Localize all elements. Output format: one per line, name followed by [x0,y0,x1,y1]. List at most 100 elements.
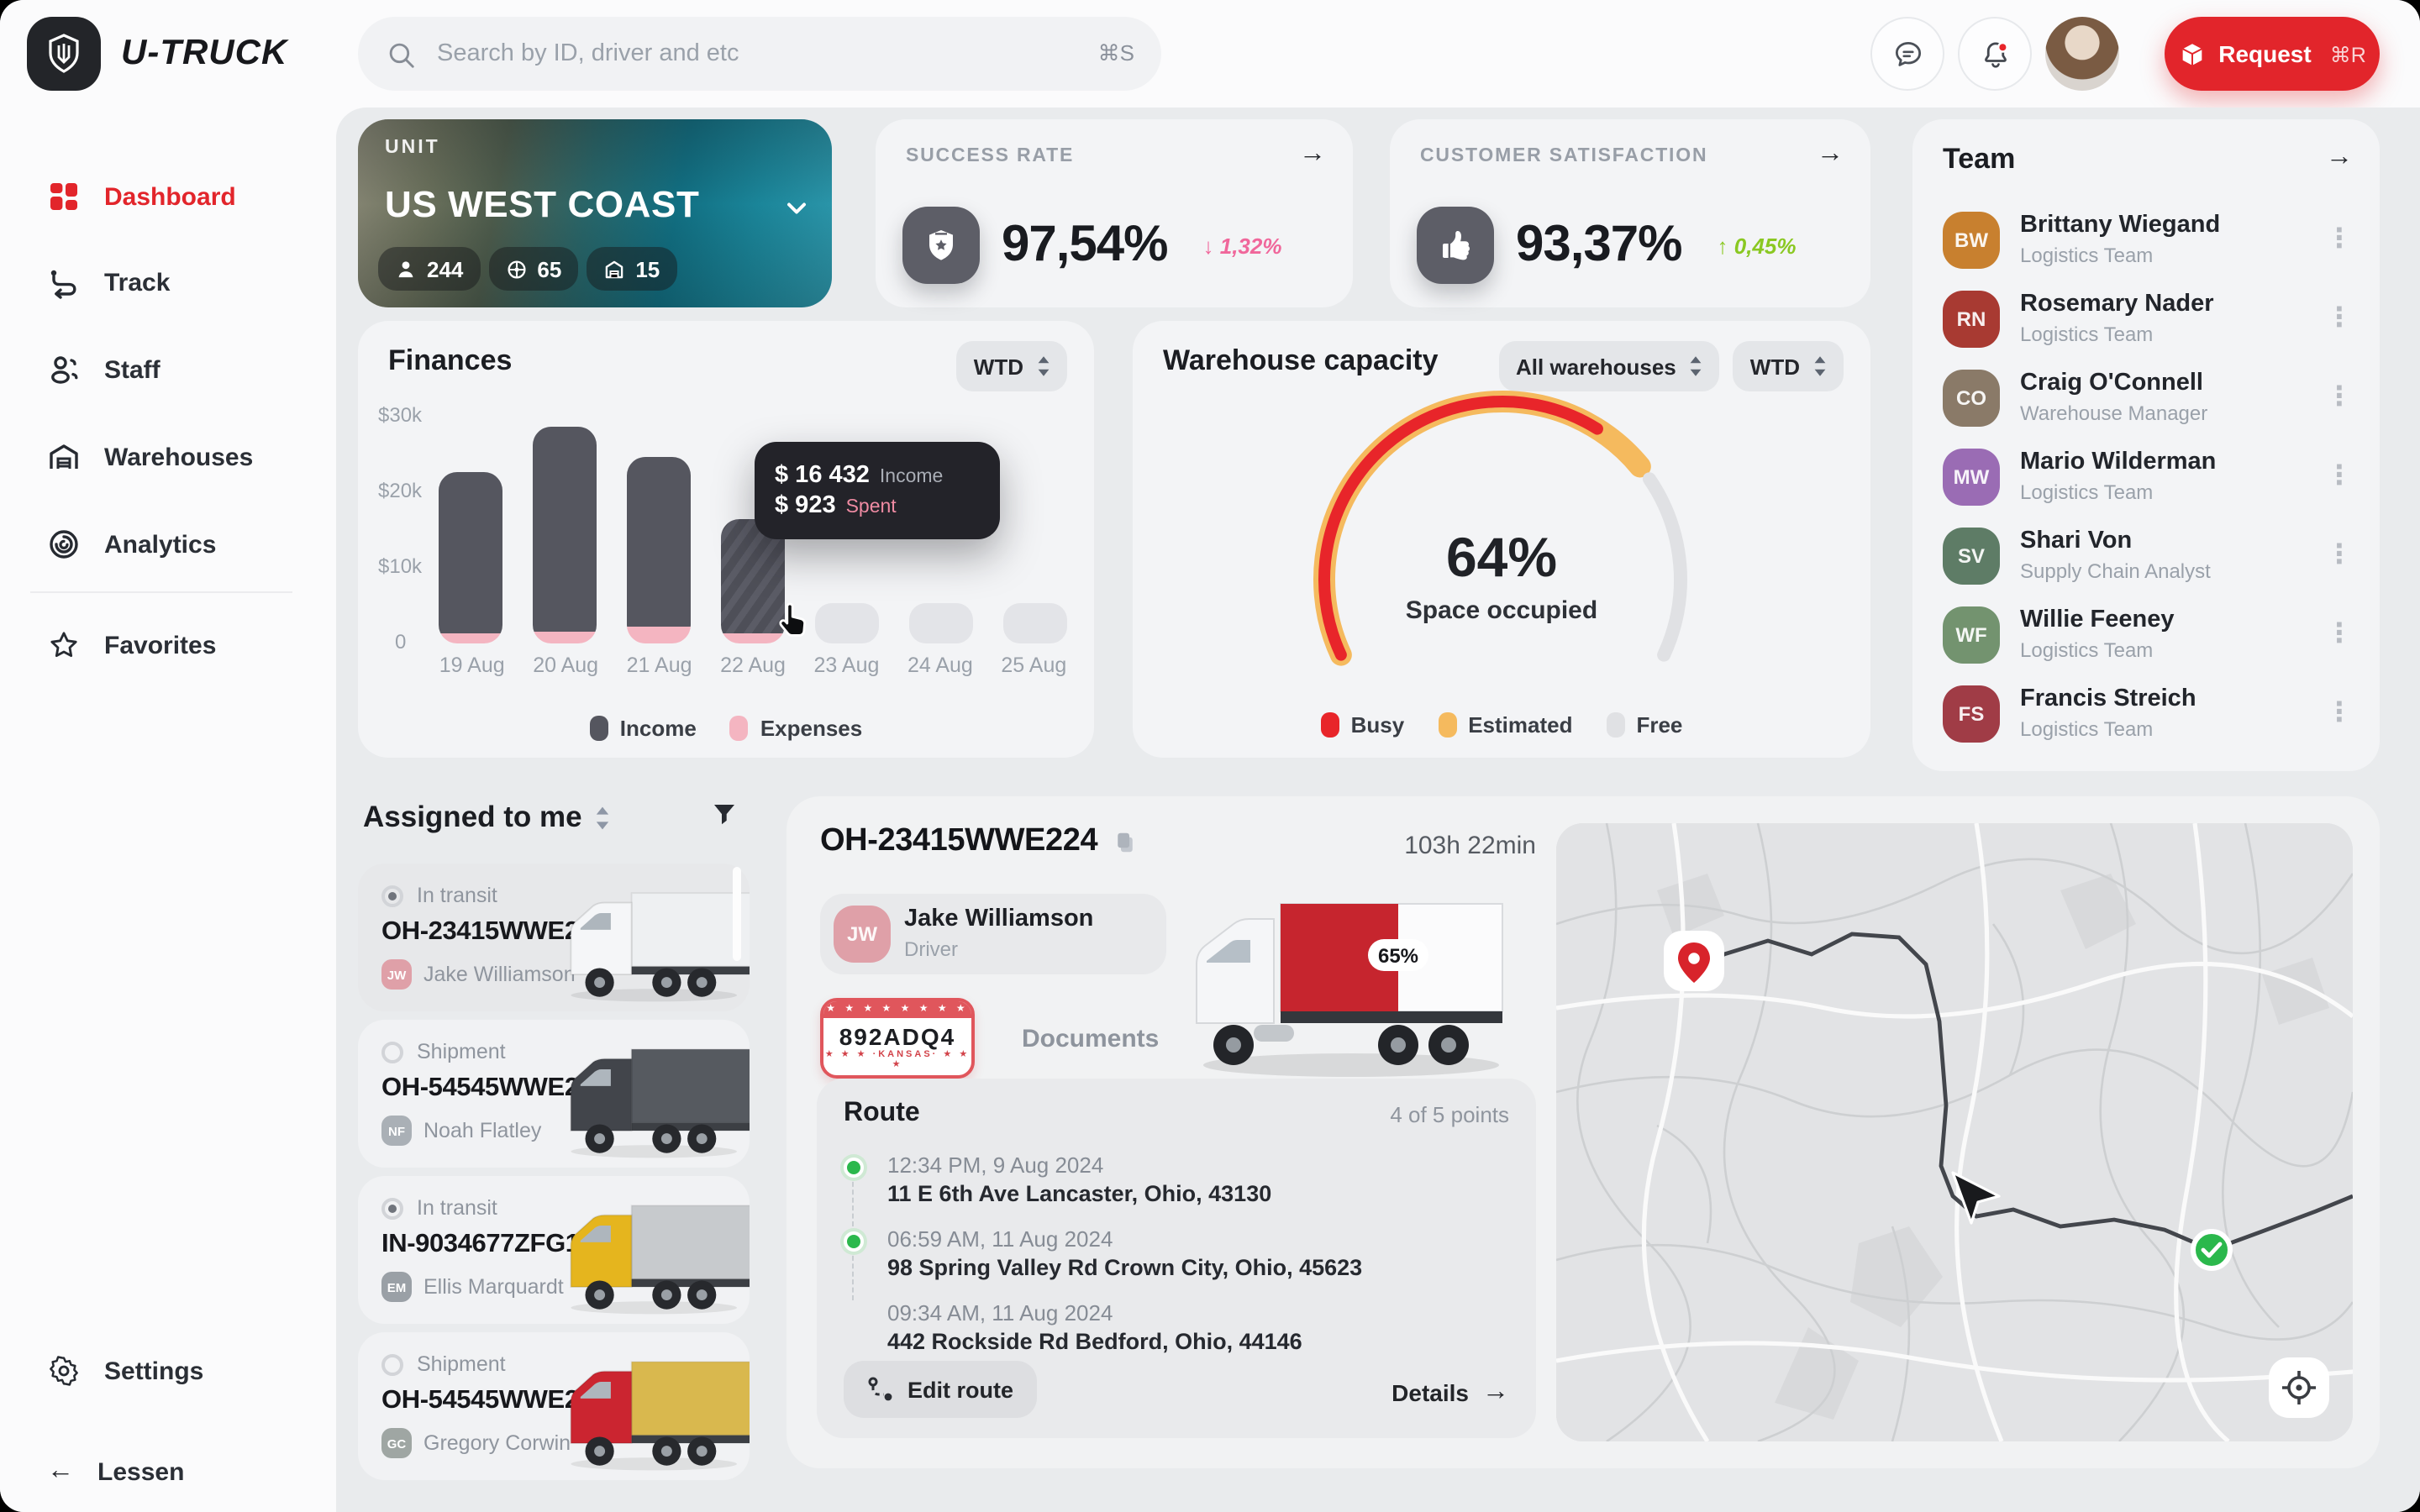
sidebar-item-analytics[interactable]: Analytics [0,519,336,570]
sidebar-item-dashboard[interactable]: Dashboard [0,171,336,222]
finances-range-select[interactable]: WTD [957,341,1067,391]
chat-icon [1890,36,1925,71]
finance-bar[interactable] [533,415,597,643]
open-arrow-icon[interactable]: → [1299,139,1326,170]
team-member-row[interactable]: RN Rosemary Nader Logistics Team ⋮ [1943,282,2353,361]
team-open-arrow-icon[interactable]: → [2326,143,2353,173]
member-name: Willie Feeney [2020,606,2175,633]
member-avatar: BW [1943,212,2000,269]
stop-time: 06:59 AM, 11 Aug 2024 [887,1226,1113,1252]
legend-expenses: Expenses [730,716,862,741]
sort-icon[interactable] [596,806,611,829]
person-icon [395,258,417,280]
driver-avatar: EM [381,1272,412,1302]
star-icon [47,628,81,662]
unit-drivers-count: 244 [427,256,463,281]
kebab-menu-icon[interactable]: ⋮ [2326,539,2353,573]
warehouse-icon [603,258,625,280]
documents-link[interactable]: Documents [1022,1025,1159,1053]
edit-route-button[interactable]: Edit route [844,1361,1037,1418]
chevron-down-icon[interactable] [781,193,812,223]
kebab-menu-icon[interactable]: ⋮ [2326,618,2353,652]
app-logo[interactable] [27,17,101,91]
origin-pin-icon[interactable] [1664,931,1724,991]
kebab-menu-icon[interactable]: ⋮ [2326,302,2353,336]
member-role: Logistics Team [2020,323,2153,346]
x-tick: 21 Aug [613,654,706,677]
sidebar-item-settings[interactable]: Settings [0,1346,336,1396]
driver-chip[interactable]: JW Jake Williamson Driver [820,894,1166,974]
unit-card[interactable]: UNIT US WEST COAST 244 [358,119,832,307]
shipment-driver: JW Jake Williamson [381,959,576,990]
back-arrow-icon: ← [47,1457,74,1487]
success-rate-card: SUCCESS RATE → 97,54% ↓ 1,32% [876,119,1353,307]
bell-icon [1977,36,2012,71]
request-button[interactable]: Request ⌘R [2165,17,2380,91]
sidebar-item-track[interactable]: Track [0,257,336,307]
kebab-menu-icon[interactable]: ⋮ [2326,381,2353,415]
team-member-row[interactable]: MW Mario Wilderman Logistics Team ⋮ [1943,440,2353,519]
x-tick: 20 Aug [518,654,612,677]
assigned-shipment-card[interactable]: Shipment OH-54545WWE224 GC Gregory Corwi… [358,1332,750,1480]
package-icon [2178,39,2207,68]
stop-time: 12:34 PM, 9 Aug 2024 [887,1152,1103,1178]
team-list: BW Brittany Wiegand Logistics Team ⋮ RN … [1912,203,2380,756]
member-name: Shari Von [2020,528,2132,554]
member-name: Brittany Wiegand [2020,212,2220,239]
member-role: Logistics Team [2020,244,2153,267]
route-details-link[interactable]: Details → [1392,1378,1509,1408]
finances-dates: 19 Aug20 Aug21 Aug22 Aug23 Aug24 Aug25 A… [425,654,1081,677]
member-avatar: WF [1943,606,2000,664]
dashboard-grid-icon [47,180,81,213]
assigned-shipment-card[interactable]: In transit OH-23415WWE224 JW Jake Willia… [358,864,750,1011]
messages-button[interactable] [1870,17,1944,91]
completed-stop-icon[interactable] [2193,1231,2230,1268]
copy-icon[interactable] [1113,827,1138,856]
route-map[interactable] [1556,823,2353,1441]
locate-button[interactable] [2269,1357,2329,1418]
staff-icon [47,353,81,386]
driver-avatar: NF [381,1116,412,1146]
team-member-row[interactable]: SV Shari Von Supply Chain Analyst ⋮ [1943,519,2353,598]
kebab-menu-icon[interactable]: ⋮ [2326,697,2353,731]
team-member-row[interactable]: WF Willie Feeney Logistics Team ⋮ [1943,598,2353,677]
search-bar[interactable]: ⌘S [358,17,1161,91]
driver-avatar: JW [834,906,891,963]
member-avatar: SV [1943,528,2000,585]
assigned-shipment-card[interactable]: In transit IN-9034677ZFG154 EM Ellis Mar… [358,1176,750,1324]
shipment-duration: 103h 22min [1291,832,1536,860]
finance-bar[interactable] [439,415,502,643]
user-avatar[interactable] [2045,17,2119,91]
member-avatar: MW [1943,449,2000,506]
plate-stars: ★ ★ ★ ★ ★ ★ ★ ★ ★ ★ [823,1001,971,1018]
capacity-value: 64% [1133,526,1870,590]
unit-drivers-chip: 244 [378,247,480,291]
notifications-button[interactable] [1958,17,2032,91]
list-scrollbar[interactable] [733,867,741,961]
shipment-detail-id: OH-23415WWE224 [820,823,1138,860]
search-input[interactable] [434,39,1081,69]
sidebar-collapse[interactable]: ← Lessen [0,1446,336,1497]
finance-bar[interactable] [627,415,691,643]
sidebar-item-favorites[interactable]: Favorites [0,620,336,670]
x-tick: 22 Aug [706,654,799,677]
x-tick: 24 Aug [893,654,986,677]
x-tick: 25 Aug [987,654,1081,677]
sidebar-item-warehouses[interactable]: Warehouses [0,432,336,482]
finances-card: Finances WTD $30k $20k $10k 0 19 Aug20 A… [358,321,1094,758]
customer-satisfaction-card: CUSTOMER SATISFACTION → 93,37% ↑ 0,45% [1390,119,1870,307]
team-member-row[interactable]: CO Craig O'Connell Warehouse Manager ⋮ [1943,361,2353,440]
sidebar-item-staff[interactable]: Staff [0,344,336,395]
team-member-row[interactable]: FS Francis Streich Logistics Team ⋮ [1943,677,2353,756]
sidebar-item-label: Warehouses [104,443,253,471]
kebab-menu-icon[interactable]: ⋮ [2326,460,2353,494]
assigned-shipment-card[interactable]: Shipment OH-54545WWE224 NF Noah Flatley [358,1020,750,1168]
kebab-menu-icon[interactable]: ⋮ [2326,223,2353,257]
open-arrow-icon[interactable]: → [1817,139,1844,170]
truck-image [558,1349,750,1477]
finance-bar[interactable] [1003,415,1067,643]
team-member-row[interactable]: BW Brittany Wiegand Logistics Team ⋮ [1943,203,2353,282]
kpi-delta: ↓ 1,32% [1203,233,1282,258]
filter-icon[interactable] [709,800,739,830]
y-tick: $20k [378,479,422,502]
